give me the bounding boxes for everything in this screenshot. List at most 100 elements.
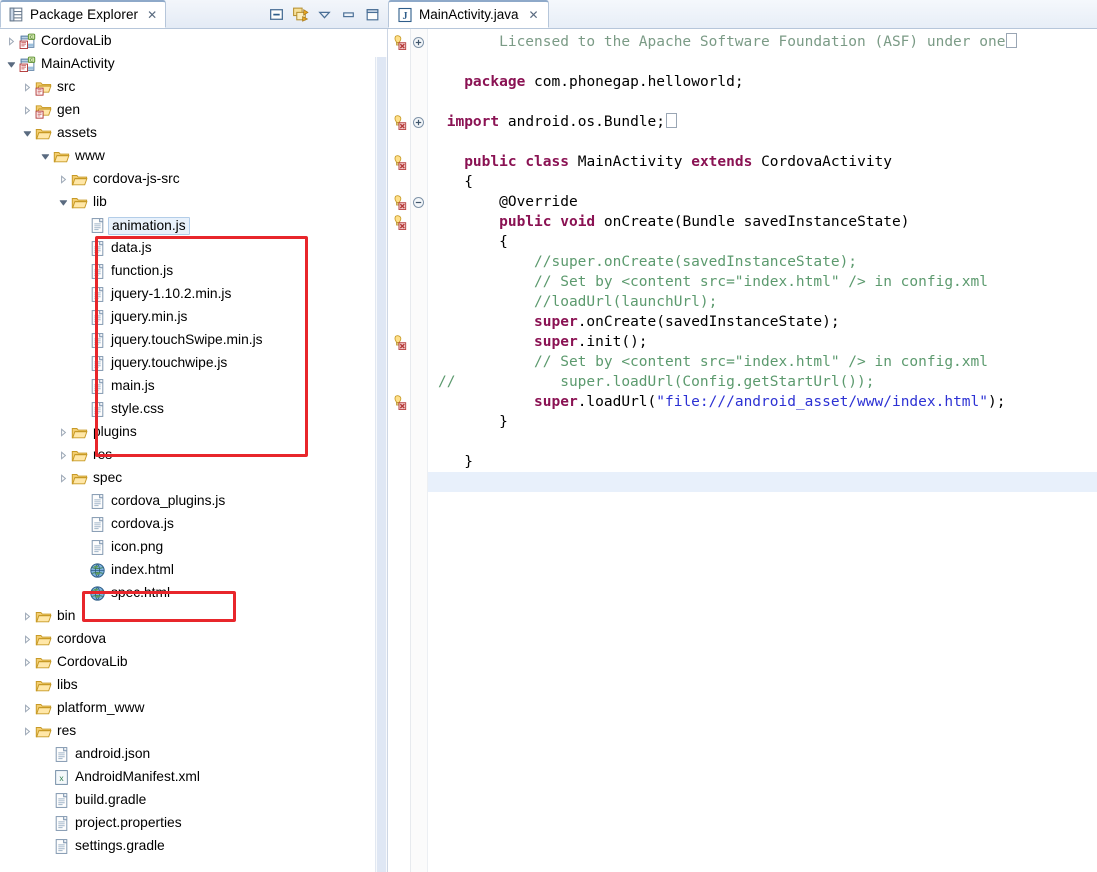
tree-item-gen[interactable]: gen (0, 99, 387, 122)
tab-mainactivity-java[interactable]: J MainActivity.java ✕ (388, 0, 549, 28)
source-code[interactable]: Licensed to the Apache Software Foundati… (428, 29, 1097, 872)
tree-item-label: android.json (75, 746, 151, 762)
file-icon (89, 286, 111, 303)
tree-item-android-json[interactable]: android.json (0, 743, 387, 766)
tree-item-libs[interactable]: libs (0, 674, 387, 697)
expand-arrow-none (76, 381, 87, 392)
tree-item-style-css[interactable]: style.css (0, 398, 387, 421)
tree-item-spec-html[interactable]: spec.html (0, 582, 387, 605)
tab-package-explorer[interactable]: Package Explorer ✕ (0, 0, 167, 28)
expand-arrow-closed-icon[interactable] (22, 634, 33, 645)
tree-item-jquery-min-js[interactable]: jquery.min.js (0, 306, 387, 329)
tree-item-cordovalib[interactable]: C CordovaLib (0, 30, 387, 53)
tree-item-spec[interactable]: spec (0, 467, 387, 490)
expand-arrow-closed-icon[interactable] (58, 174, 69, 185)
expand-arrow-closed-icon[interactable] (22, 105, 33, 116)
file-icon (89, 493, 111, 510)
minimize-icon[interactable] (340, 6, 357, 23)
tree-item-label: function.js (111, 263, 174, 279)
tree-item-function-js[interactable]: function.js (0, 260, 387, 283)
tree-item-animation-js[interactable]: animation.js (0, 214, 387, 237)
package-explorer-tree-scroll[interactable]: C CordovaLib C MainActivity src gen assets www c… (0, 29, 388, 872)
maximize-icon[interactable] (364, 6, 381, 23)
expand-arrow-closed-icon[interactable] (6, 36, 17, 47)
tree-item-jquery-1-10-2-min-js[interactable]: jquery-1.10.2.min.js (0, 283, 387, 306)
explorer-vertical-scrollbar[interactable] (375, 57, 387, 872)
tree-item-res[interactable]: res (0, 444, 387, 467)
folding-gutter[interactable] (411, 29, 428, 872)
warning-lightbulb-icon[interactable] (390, 154, 407, 171)
expand-arrow-closed-icon[interactable] (22, 82, 33, 93)
fold-expand-icon[interactable] (412, 116, 425, 129)
tree-item-platform-www[interactable]: platform_www (0, 697, 387, 720)
expand-arrow-open-icon[interactable] (6, 59, 17, 70)
code-line: package com.phonegap.helloworld; (464, 74, 744, 90)
warning-lightbulb-icon[interactable] (390, 334, 407, 351)
tree-item-jquery-touchswipe-min-js[interactable]: jquery.touchSwipe.min.js (0, 329, 387, 352)
expand-arrow-closed-icon[interactable] (58, 450, 69, 461)
tree-item-assets[interactable]: assets (0, 122, 387, 145)
tree-item-label: cordova.js (111, 516, 174, 532)
tree-item-androidmanifest-xml[interactable]: x AndroidManifest.xml (0, 766, 387, 789)
tree-item-icon-png[interactable]: icon.png (0, 536, 387, 559)
warning-lightbulb-icon[interactable] (390, 394, 407, 411)
close-icon[interactable]: ✕ (147, 9, 157, 21)
tree-item-plugins[interactable]: plugins (0, 421, 387, 444)
expand-arrow-none (76, 289, 87, 300)
tree-item-label: lib (93, 194, 107, 210)
fold-expand-icon[interactable] (412, 36, 425, 49)
tree-item-index-html[interactable]: index.html (0, 559, 387, 582)
android-project-icon: C (19, 56, 41, 73)
folder-icon (35, 631, 57, 648)
tree-item-jquery-touchwipe-js[interactable]: jquery.touchwipe.js (0, 352, 387, 375)
tree-item-label: src (57, 79, 76, 95)
tree-item-label: libs (57, 677, 78, 693)
expand-arrow-open-icon[interactable] (22, 128, 33, 139)
expand-arrow-none (40, 795, 51, 806)
expand-arrow-closed-icon[interactable] (22, 657, 33, 668)
warning-lightbulb-icon[interactable] (390, 194, 407, 211)
link-with-editor-icon[interactable] (292, 6, 309, 23)
tree-item-bin[interactable]: bin (0, 605, 387, 628)
tree-item-label: AndroidManifest.xml (75, 769, 200, 785)
tree-item-settings-gradle[interactable]: settings.gradle (0, 835, 387, 858)
code-area[interactable]: Licensed to the Apache Software Foundati… (388, 29, 1097, 872)
file-icon (89, 309, 111, 326)
annotation-gutter[interactable] (388, 29, 411, 872)
expand-arrow-closed-icon[interactable] (22, 703, 33, 714)
expand-arrow-closed-icon[interactable] (58, 427, 69, 438)
tree-item-project-properties[interactable]: project.properties (0, 812, 387, 835)
tree-item-build-gradle[interactable]: build.gradle (0, 789, 387, 812)
close-icon[interactable]: ✕ (529, 9, 539, 21)
expand-arrow-none (22, 680, 33, 691)
expand-arrow-open-icon[interactable] (58, 197, 69, 208)
tree-item-mainactivity[interactable]: C MainActivity (0, 53, 387, 76)
tree-item-data-js[interactable]: data.js (0, 237, 387, 260)
collapse-all-icon[interactable] (268, 6, 285, 23)
expand-arrow-none (76, 588, 87, 599)
expand-arrow-closed-icon[interactable] (22, 726, 33, 737)
tree-item-www[interactable]: www (0, 145, 387, 168)
tree-item-src[interactable]: src (0, 76, 387, 99)
tree-item-lib[interactable]: lib (0, 191, 387, 214)
chevron-down-icon[interactable] (316, 6, 333, 23)
warning-lightbulb-icon[interactable] (390, 34, 407, 51)
tab-label: Package Explorer (30, 7, 139, 22)
tree-item-cordova-js-src[interactable]: cordova-js-src (0, 168, 387, 191)
package-explorer-toolbar (268, 0, 388, 28)
tree-item-res[interactable]: res (0, 720, 387, 743)
tree-item-cordova-plugins-js[interactable]: cordova_plugins.js (0, 490, 387, 513)
java-file-icon: J (397, 7, 413, 23)
code-line: import android.os.Bundle; (428, 112, 1097, 132)
tree-item-cordova-js[interactable]: cordova.js (0, 513, 387, 536)
warning-lightbulb-icon[interactable] (390, 214, 407, 231)
fold-collapse-icon[interactable] (412, 196, 425, 209)
tree-item-cordova[interactable]: cordova (0, 628, 387, 651)
tree-item-main-js[interactable]: main.js (0, 375, 387, 398)
tree-item-cordovalib[interactable]: CordovaLib (0, 651, 387, 674)
folder-icon (35, 125, 57, 142)
expand-arrow-closed-icon[interactable] (58, 473, 69, 484)
expand-arrow-closed-icon[interactable] (22, 611, 33, 622)
warning-lightbulb-icon[interactable] (390, 114, 407, 131)
expand-arrow-open-icon[interactable] (40, 151, 51, 162)
